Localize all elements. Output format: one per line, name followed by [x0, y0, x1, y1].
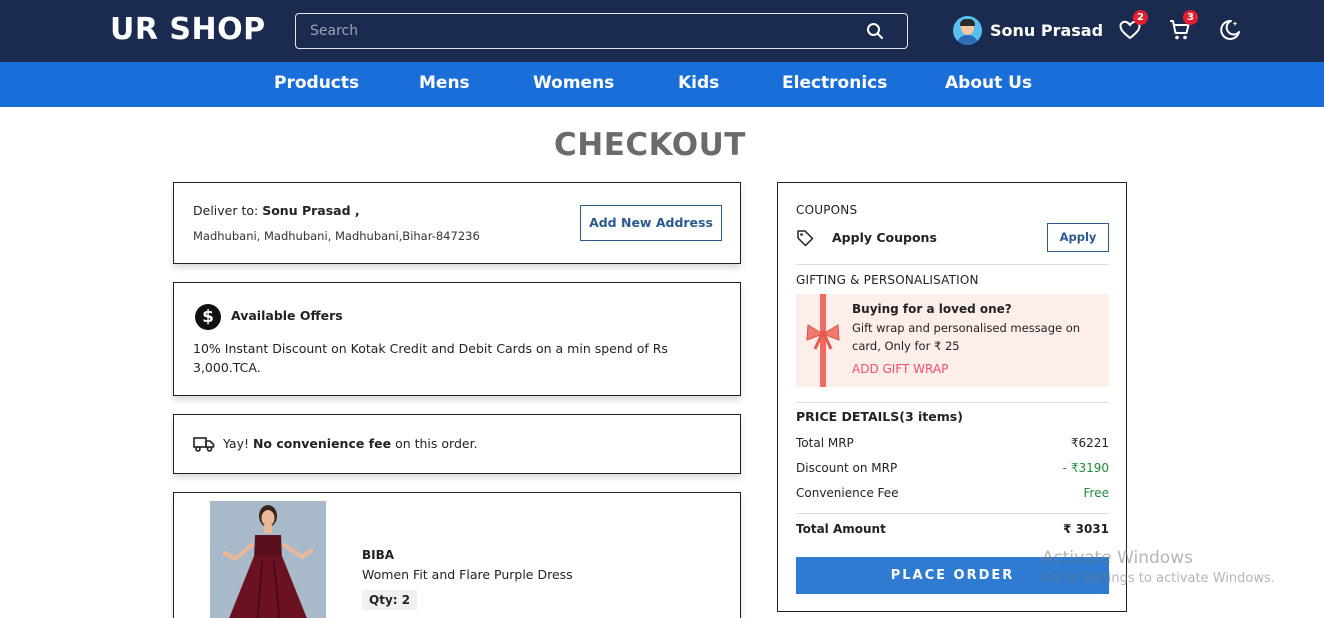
category-nav: Products Mens Womens Kids Electronics Ab…: [0, 62, 1324, 107]
deliver-to-label: Deliver to:: [193, 203, 263, 218]
wishlist-count-badge: 2: [1133, 10, 1148, 25]
search-input[interactable]: [296, 14, 856, 47]
apply-coupon-button[interactable]: Apply: [1047, 223, 1109, 252]
nav-kids[interactable]: Kids: [678, 73, 719, 93]
product-image[interactable]: [210, 501, 326, 618]
avatar[interactable]: [953, 15, 982, 45]
yay-text: Yay!: [223, 436, 253, 451]
watermark-subtitle: Go to Settings to activate Windows.: [1042, 571, 1275, 586]
site-logo[interactable]: UR SHOP: [110, 12, 266, 47]
price-details-heading: PRICE DETAILS(3 items): [796, 409, 963, 424]
divider: [796, 264, 1109, 265]
gift-title: Buying for a loved one?: [852, 302, 1012, 316]
price-row-value: ₹6221: [1070, 436, 1109, 450]
product-card: BIBA Women Fit and Flare Purple Dress Qt…: [173, 492, 741, 618]
windows-activation-watermark: Activate Windows Go to Settings to activ…: [1042, 548, 1275, 586]
product-name[interactable]: Women Fit and Flare Purple Dress: [362, 567, 573, 582]
nav-products[interactable]: Products: [274, 73, 359, 93]
page-title: CHECKOUT: [554, 127, 746, 163]
price-row-label: Discount on MRP: [796, 461, 898, 475]
theme-toggle-button[interactable]: [1218, 18, 1242, 42]
coupon-tag-icon: [797, 230, 814, 247]
user-profile[interactable]: Sonu Prasad: [953, 15, 1103, 45]
available-offers-card: $ Available Offers 10% Instant Discount …: [173, 282, 741, 396]
no-fee-text: No convenience fee: [252, 436, 392, 451]
delivery-address: Madhubani, Madhubani, Madhubani,Bihar-84…: [193, 229, 480, 243]
coupons-label: COUPONS: [796, 203, 858, 217]
price-row-value: - ₹3190: [1062, 461, 1109, 475]
total-amount-label: Total Amount: [796, 522, 886, 536]
price-row-label: Total MRP: [796, 436, 854, 450]
convenience-fee-text: Yay! No convenience fee on this order.: [223, 436, 478, 451]
search-icon[interactable]: [866, 22, 884, 40]
gift-wrap-box: Buying for a loved one? Gift wrap and pe…: [796, 294, 1109, 387]
divider: [796, 402, 1109, 403]
wishlist-button[interactable]: 2: [1118, 10, 1148, 42]
divider: [796, 513, 1109, 514]
gifting-label: GIFTING & PERSONALISATION: [796, 273, 979, 287]
gift-bow-icon: [806, 324, 840, 350]
delivery-address-card: Deliver to: Sonu Prasad , Madhubani, Mad…: [173, 182, 741, 264]
watermark-title: Activate Windows: [1042, 548, 1193, 568]
cart-button[interactable]: 3: [1168, 10, 1198, 42]
product-quantity[interactable]: Qty: 2: [362, 590, 418, 610]
add-gift-wrap-link[interactable]: ADD GIFT WRAP: [852, 362, 948, 376]
nav-mens[interactable]: Mens: [419, 73, 470, 93]
top-header: UR SHOP Sonu Prasad 2 3: [0, 0, 1324, 62]
gift-description: Gift wrap and personalised message on ca…: [852, 321, 1081, 353]
moon-icon: [1220, 19, 1240, 40]
convenience-fee-card: Yay! No convenience fee on this order.: [173, 414, 741, 474]
user-name[interactable]: Sonu Prasad: [990, 21, 1103, 40]
nav-about-us[interactable]: About Us: [945, 73, 1032, 93]
cart-count-badge: 3: [1183, 10, 1198, 25]
search-box: [295, 13, 908, 49]
price-row-label: Convenience Fee: [796, 486, 899, 500]
nav-womens[interactable]: Womens: [533, 73, 614, 93]
product-brand: BIBA: [362, 548, 395, 562]
offer-text: 10% Instant Discount on Kotak Credit and…: [193, 341, 668, 375]
fee-rest-text: on this order.: [391, 436, 478, 451]
dollar-icon: $: [195, 304, 221, 330]
deliver-to-line: Deliver to: Sonu Prasad ,: [193, 203, 360, 218]
offers-heading: Available Offers: [231, 308, 343, 323]
total-amount-value: ₹ 3031: [1063, 522, 1109, 536]
apply-coupons-label: Apply Coupons: [832, 230, 937, 245]
delivery-truck-icon: [193, 437, 215, 452]
price-row-value: Free: [1083, 486, 1109, 500]
deliver-to-name: Sonu Prasad ,: [262, 203, 360, 218]
add-new-address-button[interactable]: Add New Address: [580, 205, 722, 241]
nav-electronics[interactable]: Electronics: [782, 73, 887, 93]
